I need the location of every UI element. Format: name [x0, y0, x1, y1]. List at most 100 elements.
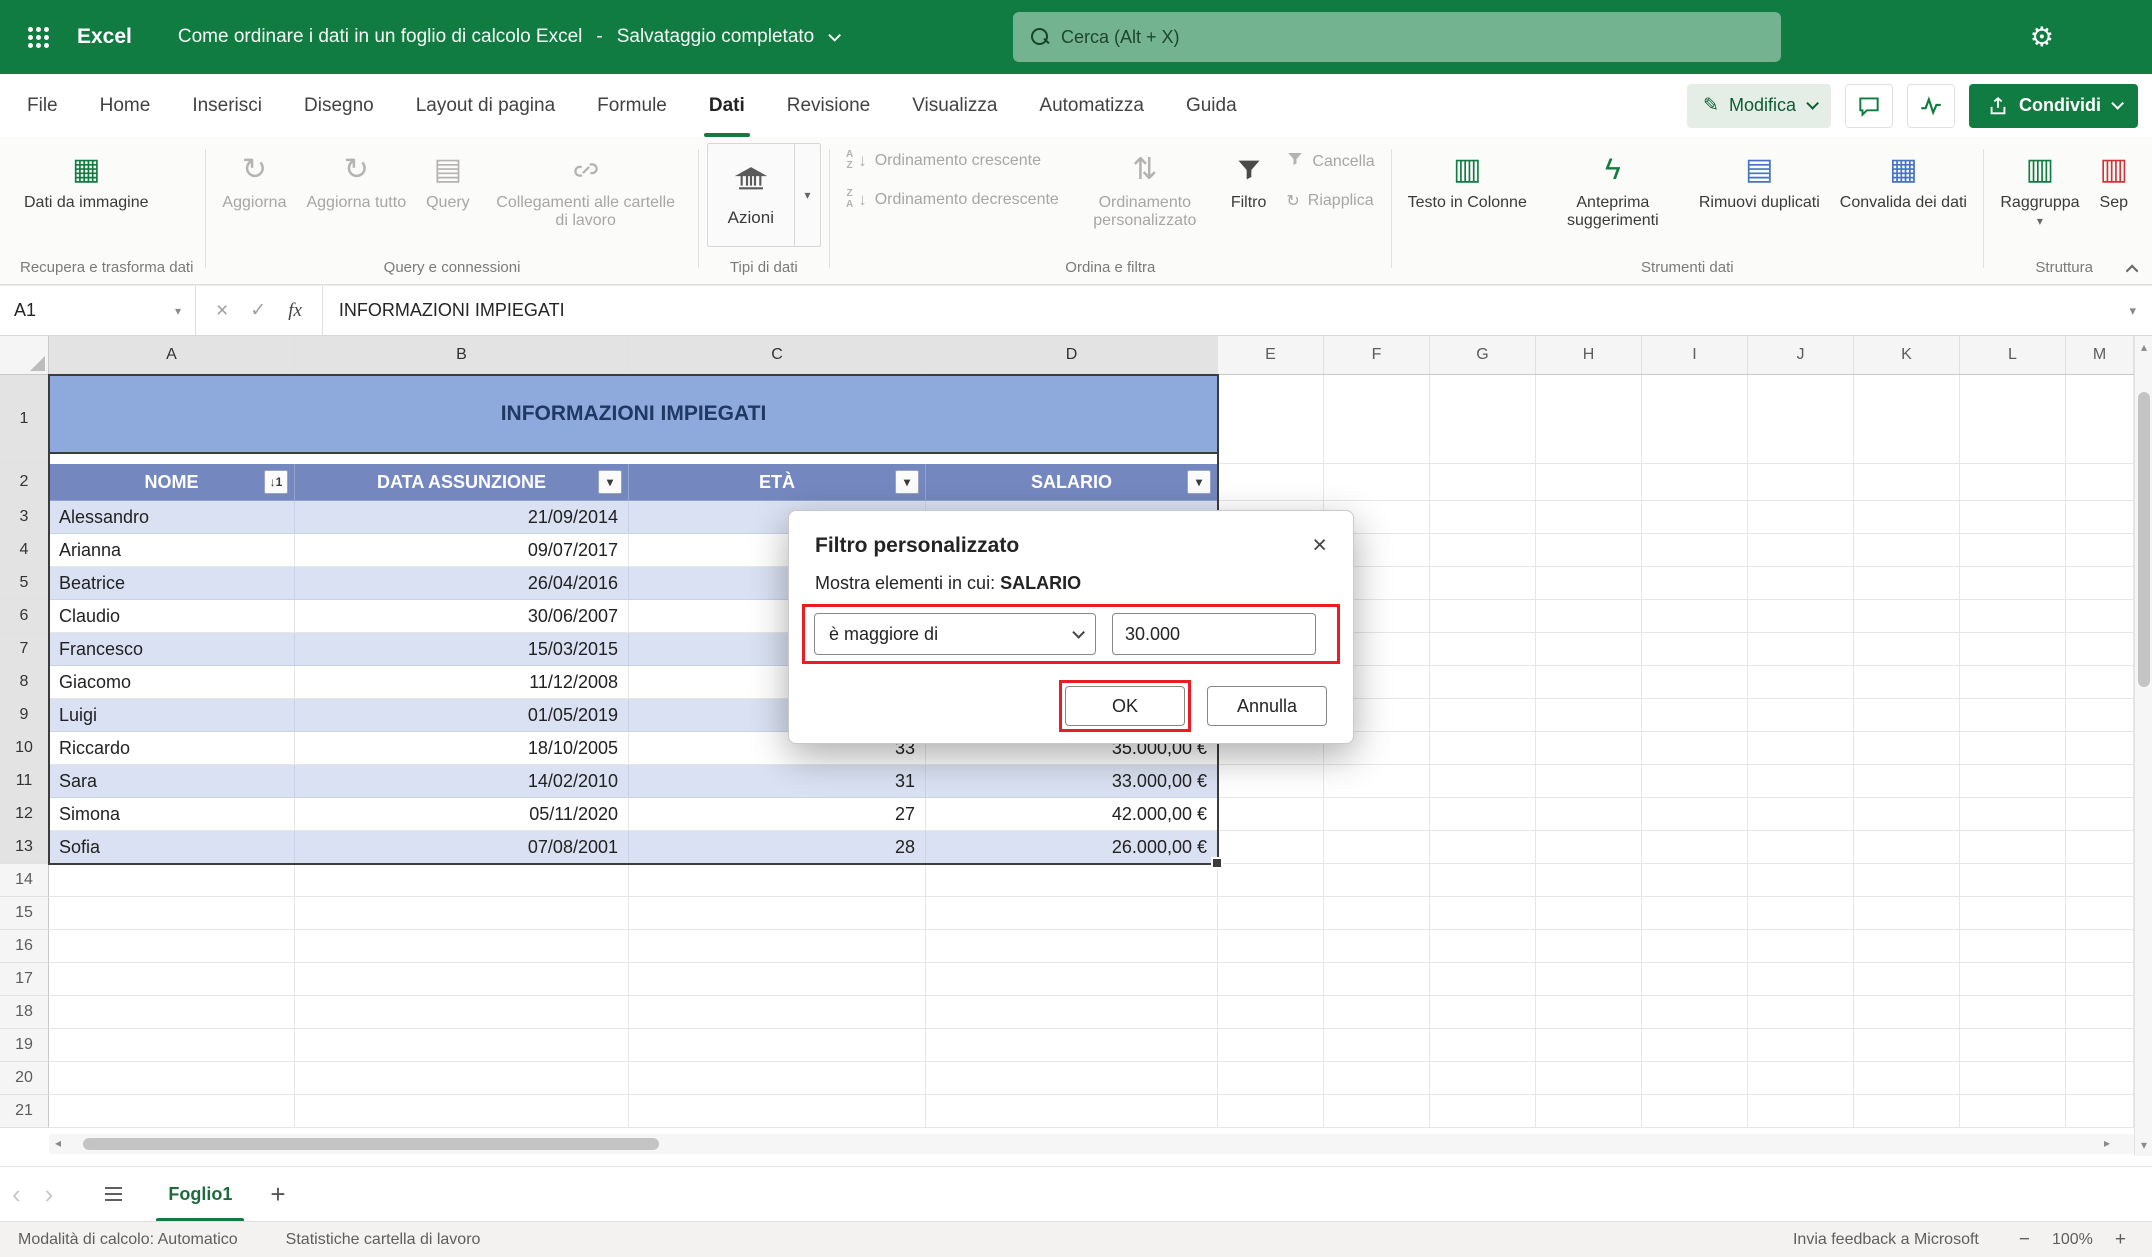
cell-M2[interactable]: [2066, 464, 2134, 501]
cell-B21[interactable]: [295, 1095, 629, 1128]
cell-A17[interactable]: [49, 963, 295, 996]
cell-E14[interactable]: [1218, 864, 1324, 897]
annulla-button[interactable]: Annulla: [1207, 686, 1327, 726]
cell-L1[interactable]: [1960, 375, 2066, 464]
column-header-H[interactable]: H: [1536, 336, 1642, 374]
cell-G21[interactable]: [1430, 1095, 1536, 1128]
cell-A18[interactable]: [49, 996, 295, 1029]
cell-E16[interactable]: [1218, 930, 1324, 963]
column-header-B[interactable]: B: [295, 336, 629, 374]
row-header-21[interactable]: 21: [0, 1095, 49, 1128]
tab-formule[interactable]: Formule: [576, 74, 688, 137]
cell-A9[interactable]: Luigi: [49, 699, 295, 732]
anteprima-suggerimenti-button[interactable]: ϟ Anteprima suggerimenti: [1539, 143, 1687, 231]
cell-A13[interactable]: Sofia: [49, 831, 295, 864]
cell-E19[interactable]: [1218, 1029, 1324, 1062]
cell-I7[interactable]: [1642, 633, 1748, 666]
previous-sheet-icon[interactable]: ‹: [0, 1179, 33, 1210]
cell-G8[interactable]: [1430, 666, 1536, 699]
condition-dropdown[interactable]: è maggiore di: [814, 613, 1096, 655]
cell-L5[interactable]: [1960, 567, 2066, 600]
cell-D12[interactable]: 42.000,00 €: [926, 798, 1218, 831]
cell-F20[interactable]: [1324, 1062, 1430, 1095]
cell-B6[interactable]: 30/06/2007: [295, 600, 629, 633]
app-launcher-button[interactable]: [0, 0, 77, 74]
aggiorna-tutto-button[interactable]: ↻ Aggiorna tutto: [298, 143, 414, 212]
cell-F11[interactable]: [1324, 765, 1430, 798]
scroll-right-icon[interactable]: ▸: [2104, 1136, 2110, 1150]
cell-G2[interactable]: [1430, 464, 1536, 501]
cell-C12[interactable]: 27: [629, 798, 926, 831]
cell-E1[interactable]: [1218, 375, 1324, 464]
cell-M10[interactable]: [2066, 732, 2134, 765]
cell-D14[interactable]: [926, 864, 1218, 897]
cell-C20[interactable]: [629, 1062, 926, 1095]
column-header-F[interactable]: F: [1324, 336, 1430, 374]
azioni-dropdown[interactable]: ▾: [794, 144, 820, 246]
cell-G1[interactable]: [1430, 375, 1536, 464]
cell-H2[interactable]: [1536, 464, 1642, 501]
query-button[interactable]: ▤ Query: [418, 143, 478, 212]
cell-D11[interactable]: 33.000,00 €: [926, 765, 1218, 798]
cell-L15[interactable]: [1960, 897, 2066, 930]
row-header-15[interactable]: 15: [0, 897, 49, 930]
cell-B20[interactable]: [295, 1062, 629, 1095]
cell-J12[interactable]: [1748, 798, 1854, 831]
cell-L13[interactable]: [1960, 831, 2066, 864]
cell-G10[interactable]: [1430, 732, 1536, 765]
cell-J1[interactable]: [1748, 375, 1854, 464]
row-header-1[interactable]: 1: [0, 375, 49, 464]
cell-C16[interactable]: [629, 930, 926, 963]
cell-A7[interactable]: Francesco: [49, 633, 295, 666]
cell-M20[interactable]: [2066, 1062, 2134, 1095]
cell-F13[interactable]: [1324, 831, 1430, 864]
cell-J7[interactable]: [1748, 633, 1854, 666]
cell-K2[interactable]: [1854, 464, 1960, 501]
row-header-7[interactable]: 7: [0, 633, 49, 666]
scroll-left-icon[interactable]: ◂: [55, 1136, 61, 1150]
cell-E12[interactable]: [1218, 798, 1324, 831]
tab-disegno[interactable]: Disegno: [283, 74, 395, 137]
cell-J4[interactable]: [1748, 534, 1854, 567]
name-box[interactable]: A1 ▾: [0, 286, 196, 335]
table-header-data assunzione[interactable]: DATA ASSUNZIONE▾: [295, 464, 629, 501]
raggruppa-button[interactable]: ▥ Raggruppa ▾: [1992, 143, 2087, 229]
filter-value-input[interactable]: [1112, 613, 1316, 655]
tab-layout-di-pagina[interactable]: Layout di pagina: [395, 74, 576, 137]
settings-gear-icon[interactable]: ⚙: [2030, 0, 2054, 74]
cell-B3[interactable]: 21/09/2014: [295, 501, 629, 534]
scroll-down-icon[interactable]: ▾: [2135, 1138, 2152, 1152]
cell-C11[interactable]: 31: [629, 765, 926, 798]
cell-C15[interactable]: [629, 897, 926, 930]
dati-da-immagine-button[interactable]: ▦ Dati da immagine: [16, 143, 157, 212]
riapplica-button[interactable]: ↻ Riapplica: [1278, 184, 1382, 218]
cell-L9[interactable]: [1960, 699, 2066, 732]
cell-A15[interactable]: [49, 897, 295, 930]
sheet-tab-foglio1[interactable]: Foglio1: [148, 1167, 252, 1222]
cell-H7[interactable]: [1536, 633, 1642, 666]
cell-I10[interactable]: [1642, 732, 1748, 765]
cell-C17[interactable]: [629, 963, 926, 996]
cell-G19[interactable]: [1430, 1029, 1536, 1062]
cell-B17[interactable]: [295, 963, 629, 996]
cell-H19[interactable]: [1536, 1029, 1642, 1062]
cell-J3[interactable]: [1748, 501, 1854, 534]
insert-function-icon[interactable]: fx: [288, 300, 302, 322]
search-box[interactable]: [1013, 12, 1781, 62]
filter-button-salario[interactable]: ▾: [1187, 470, 1211, 494]
cell-G18[interactable]: [1430, 996, 1536, 1029]
cell-B10[interactable]: 18/10/2005: [295, 732, 629, 765]
cell-I16[interactable]: [1642, 930, 1748, 963]
cell-K19[interactable]: [1854, 1029, 1960, 1062]
column-header-J[interactable]: J: [1748, 336, 1854, 374]
cell-L12[interactable]: [1960, 798, 2066, 831]
cell-E20[interactable]: [1218, 1062, 1324, 1095]
cell-H5[interactable]: [1536, 567, 1642, 600]
cancel-entry-icon[interactable]: ×: [216, 299, 228, 323]
cell-I20[interactable]: [1642, 1062, 1748, 1095]
cell-E11[interactable]: [1218, 765, 1324, 798]
cell-L14[interactable]: [1960, 864, 2066, 897]
cell-H14[interactable]: [1536, 864, 1642, 897]
column-header-C[interactable]: C: [629, 336, 926, 374]
cell-J9[interactable]: [1748, 699, 1854, 732]
